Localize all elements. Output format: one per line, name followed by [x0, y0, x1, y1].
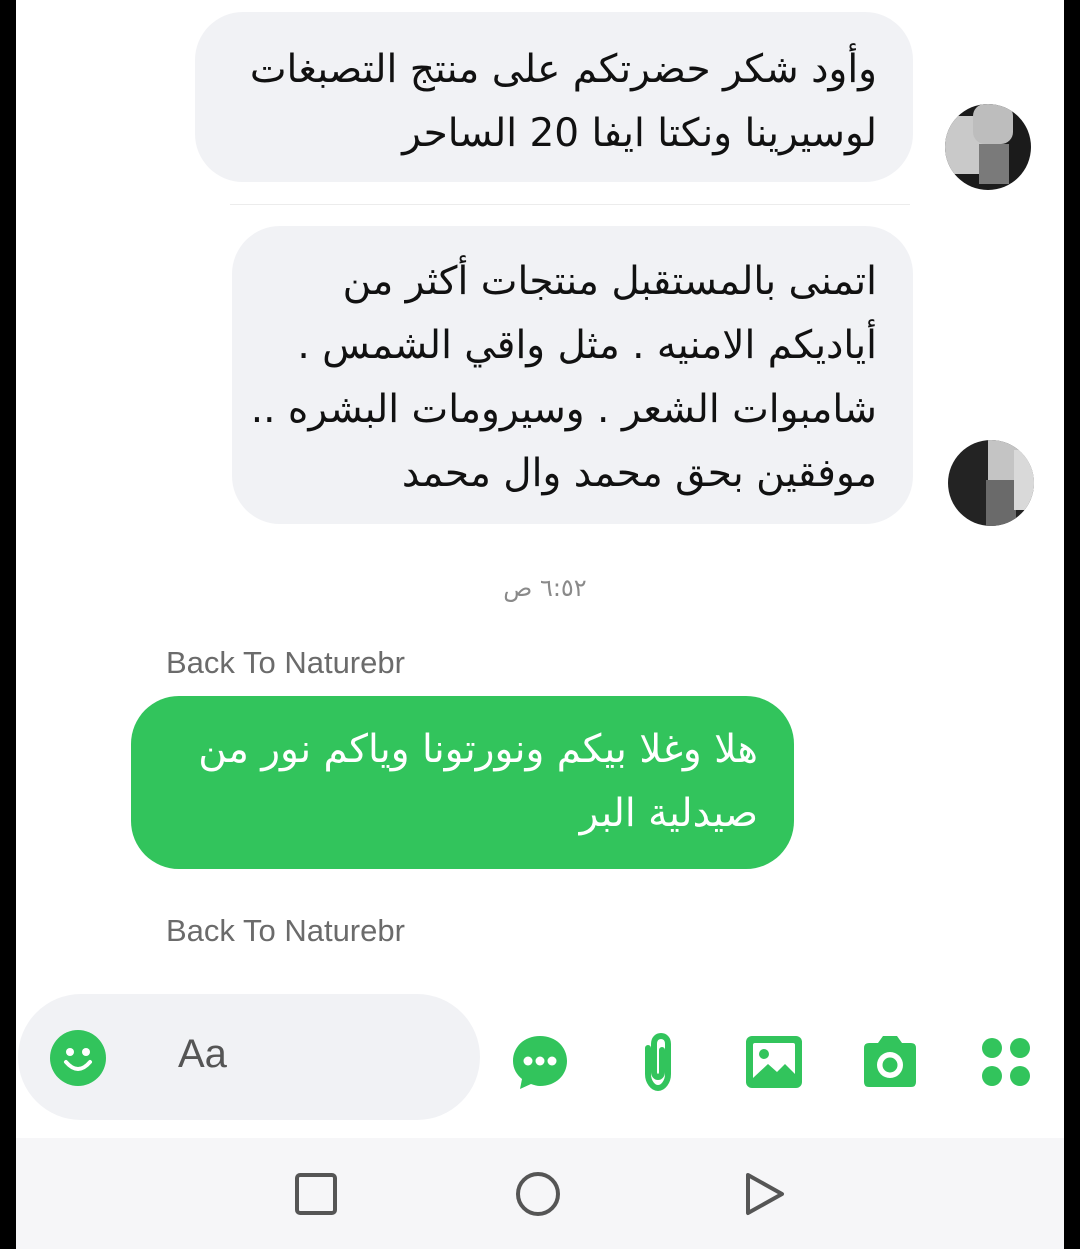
- paperclip-icon[interactable]: [626, 1030, 690, 1094]
- back-triangle-icon[interactable]: [740, 1170, 788, 1218]
- incoming-message-bubble[interactable]: اتمنى بالمستقبل منتجات أكثر من أياديكم ا…: [232, 226, 913, 524]
- apps-grid-icon[interactable]: [974, 1030, 1038, 1094]
- sender-name-label: Back To Naturebr: [166, 645, 405, 680]
- message-line: لوسيرينا ونكتا ايفا 20 الساحر: [402, 111, 877, 156]
- message-line: شامبوات الشعر . وسيرومات البشره ..: [250, 387, 877, 432]
- message-composer[interactable]: Aa: [18, 994, 480, 1120]
- emoji-icon[interactable]: [50, 1030, 106, 1086]
- system-navigation-bar: [16, 1138, 1064, 1249]
- sender-avatar[interactable]: [948, 440, 1034, 526]
- recents-square-icon[interactable]: [292, 1170, 340, 1218]
- home-circle-icon[interactable]: [514, 1170, 562, 1218]
- screen-frame-right: [1064, 0, 1080, 1249]
- message-line: هلا وغلا بيكم ونورتونا وياكم نور من: [198, 727, 758, 772]
- camera-icon[interactable]: [858, 1030, 922, 1094]
- message-timestamp: ٦:٥٢ ص: [503, 574, 587, 602]
- message-line: وأود شكر حضرتكم على منتج التصبغات: [249, 47, 877, 92]
- chat-bubble-icon[interactable]: [508, 1030, 572, 1094]
- message-line: موفقين بحق محمد وال محمد: [401, 451, 877, 496]
- message-line: أياديكم الامنيه . مثل واقي الشمس .: [297, 323, 877, 368]
- image-icon[interactable]: [742, 1030, 806, 1094]
- screen-frame-left: [0, 0, 16, 1249]
- message-input[interactable]: Aa: [178, 1032, 227, 1077]
- sender-name-label: Back To Naturebr: [166, 913, 405, 948]
- message-line: اتمنى بالمستقبل منتجات أكثر من: [342, 259, 877, 304]
- message-divider: [230, 204, 910, 205]
- outgoing-message-bubble[interactable]: هلا وغلا بيكم ونورتونا وياكم نور من صيدل…: [131, 696, 794, 869]
- sender-avatar[interactable]: [945, 104, 1031, 190]
- incoming-message-bubble[interactable]: وأود شكر حضرتكم على منتج التصبغات لوسيري…: [195, 12, 913, 182]
- message-line: صيدلية البر: [579, 791, 758, 836]
